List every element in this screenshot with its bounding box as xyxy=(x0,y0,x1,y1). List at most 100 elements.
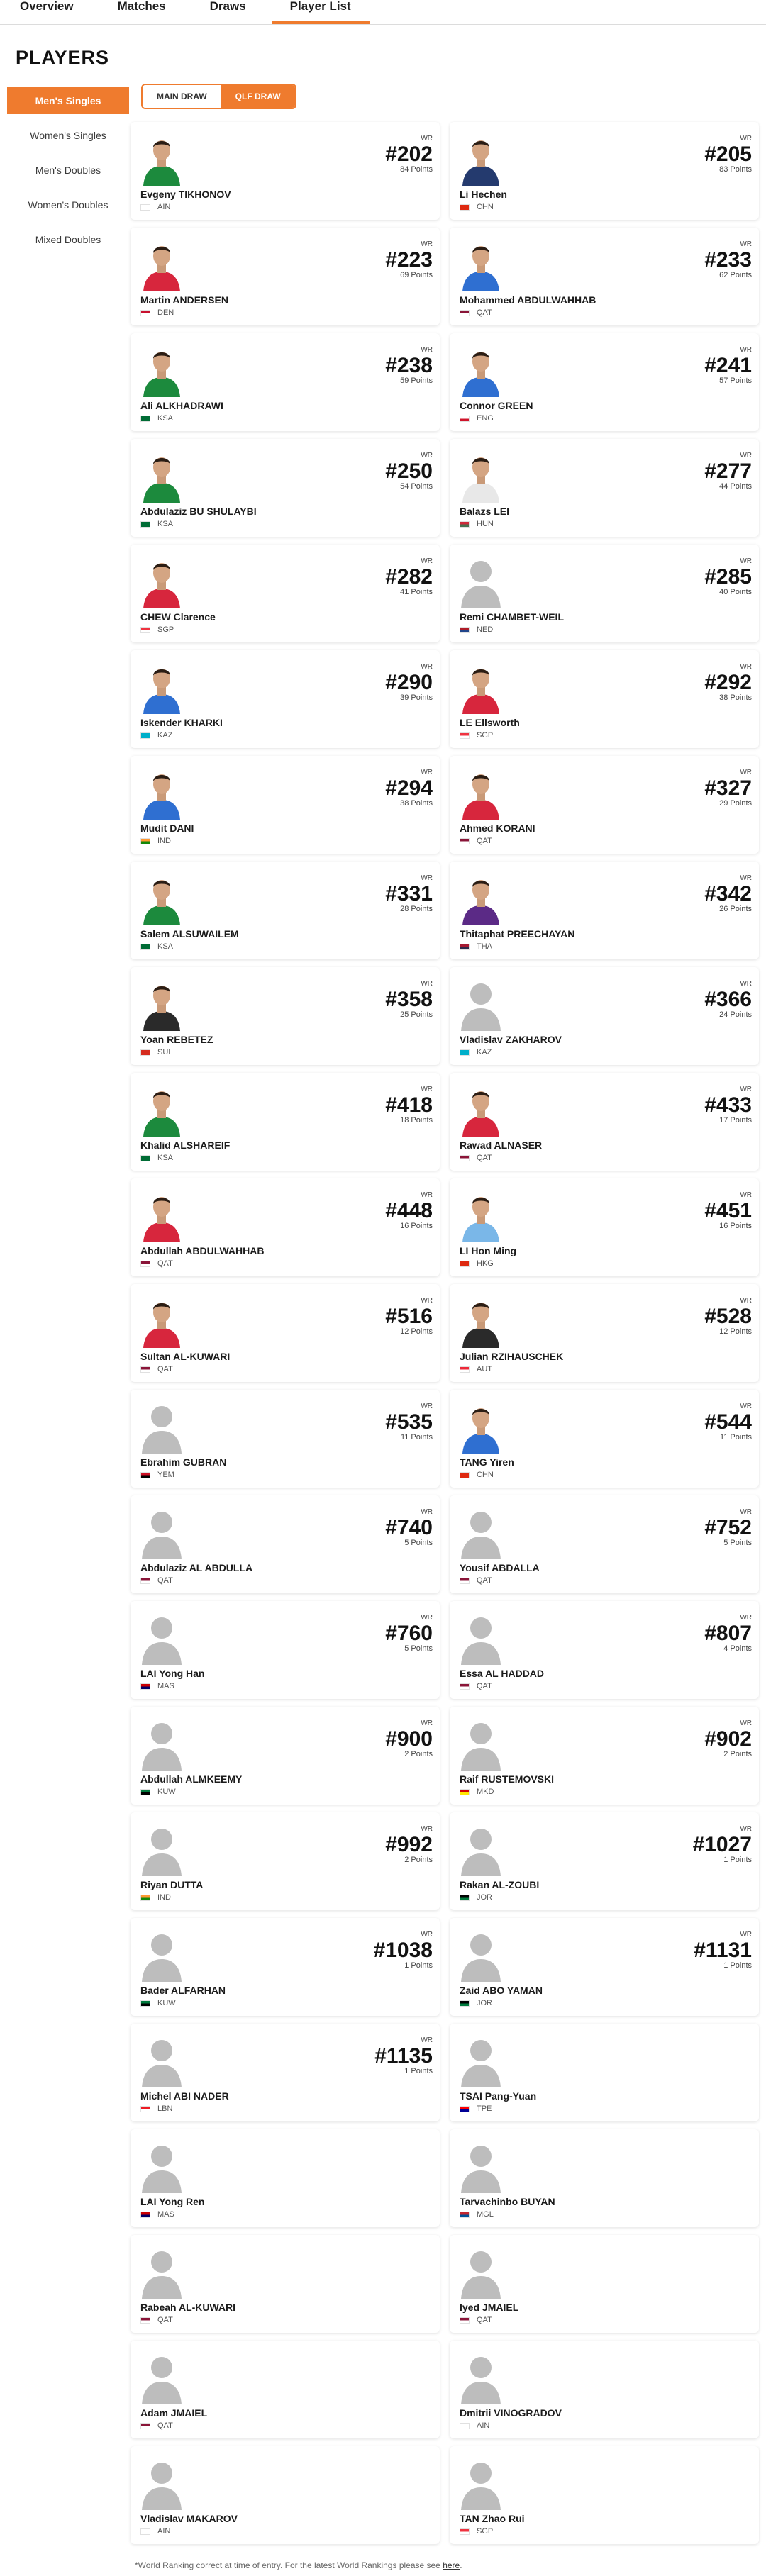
player-name[interactable]: Julian RZIHAUSCHEK xyxy=(460,1351,563,1362)
player-card[interactable]: Zaid ABO YAMAN JOR WR #1131 1 Points xyxy=(450,1918,759,2016)
tab-player-list[interactable]: Player List xyxy=(271,0,370,24)
player-name[interactable]: Abdulaziz BU SHULAYBI xyxy=(140,506,257,517)
player-name[interactable]: TSAI Pang-Yuan xyxy=(460,2090,536,2102)
player-card[interactable]: Balazs LEI HUN WR #277 44 Points xyxy=(450,439,759,537)
player-card[interactable]: CHEW Clarence SGP WR #282 41 Points xyxy=(131,545,440,642)
player-card[interactable]: Mohammed ABDULWAHHAB QAT WR #233 62 Points xyxy=(450,228,759,325)
player-card[interactable]: LAI Yong Ren MAS xyxy=(131,2129,440,2227)
sidebar-item-women-s-singles[interactable]: Women's Singles xyxy=(7,122,129,149)
player-name[interactable]: Khalid ALSHAREIF xyxy=(140,1139,230,1151)
player-card[interactable]: LAI Yong Han MAS WR #760 5 Points xyxy=(131,1601,440,1699)
player-name[interactable]: Yoan REBETEZ xyxy=(140,1034,213,1045)
player-name[interactable]: Thitaphat PREECHAYAN xyxy=(460,928,574,939)
player-name[interactable]: Rawad ALNASER xyxy=(460,1139,542,1151)
player-name[interactable]: Remi CHAMBET-WEIL xyxy=(460,611,564,623)
player-name[interactable]: Essa AL HADDAD xyxy=(460,1668,544,1679)
player-card[interactable]: Bader ALFARHAN KUW WR #1038 1 Points xyxy=(131,1918,440,2016)
player-card[interactable]: Evgeny TIKHONOV AIN WR #202 84 Points xyxy=(131,122,440,220)
player-name[interactable]: Iyed JMAIEL xyxy=(460,2302,518,2313)
player-name[interactable]: Riyan DUTTA xyxy=(140,1879,203,1890)
player-name[interactable]: Ahmed KORANI xyxy=(460,823,535,834)
player-card[interactable]: TAN Zhao Rui SGP xyxy=(450,2446,759,2544)
sidebar-item-men-s-singles[interactable]: Men's Singles xyxy=(7,87,129,114)
player-name[interactable]: Bader ALFARHAN xyxy=(140,1985,226,1996)
player-card[interactable]: Abdulaziz AL ABDULLA QAT WR #740 5 Points xyxy=(131,1495,440,1593)
player-card[interactable]: Tarvachinbo BUYAN MGL xyxy=(450,2129,759,2227)
player-name[interactable]: Mudit DANI xyxy=(140,823,194,834)
player-card[interactable]: Salem ALSUWAILEM KSA WR #331 28 Points xyxy=(131,862,440,959)
sidebar-item-mixed-doubles[interactable]: Mixed Doubles xyxy=(7,226,129,253)
player-name[interactable]: Evgeny TIKHONOV xyxy=(140,189,231,200)
tab-matches[interactable]: Matches xyxy=(118,0,166,24)
player-card[interactable]: LE Ellsworth SGP WR #292 38 Points xyxy=(450,650,759,748)
player-name[interactable]: Raif RUSTEMOVSKI xyxy=(460,1773,554,1785)
player-card[interactable]: Martin ANDERSEN DEN WR #223 69 Points xyxy=(131,228,440,325)
player-name[interactable]: Martin ANDERSEN xyxy=(140,294,228,306)
player-card[interactable]: Abdullah ALMKEEMY KUW WR #900 2 Points xyxy=(131,1707,440,1805)
player-name[interactable]: Tarvachinbo BUYAN xyxy=(460,2196,555,2207)
player-card[interactable]: Essa AL HADDAD QAT WR #807 4 Points xyxy=(450,1601,759,1699)
player-card[interactable]: Li Hechen CHN WR #205 83 Points xyxy=(450,122,759,220)
player-card[interactable]: Thitaphat PREECHAYAN THA WR #342 26 Points xyxy=(450,862,759,959)
tab-draws[interactable]: Draws xyxy=(210,0,246,24)
player-name[interactable]: Michel ABI NADER xyxy=(140,2090,229,2102)
player-card[interactable]: Khalid ALSHAREIF KSA WR #418 18 Points xyxy=(131,1073,440,1171)
player-card[interactable]: TSAI Pang-Yuan TPE xyxy=(450,2024,759,2121)
rankings-link[interactable]: here xyxy=(443,2560,460,2570)
player-card[interactable]: Connor GREEN ENG WR #241 57 Points xyxy=(450,333,759,431)
player-name[interactable]: LE Ellsworth xyxy=(460,717,520,728)
player-card[interactable]: Yoan REBETEZ SUI WR #358 25 Points xyxy=(131,967,440,1065)
player-name[interactable]: Sultan AL-KUWARI xyxy=(140,1351,230,1362)
player-name[interactable]: Zaid ABO YAMAN xyxy=(460,1985,543,1996)
player-name[interactable]: LI Hon Ming xyxy=(460,1245,516,1256)
player-card[interactable]: Ahmed KORANI QAT WR #327 29 Points xyxy=(450,756,759,854)
player-name[interactable]: Balazs LEI xyxy=(460,506,509,517)
player-name[interactable]: TANG Yiren xyxy=(460,1456,514,1468)
player-name[interactable]: Ali ALKHADRAWI xyxy=(140,400,223,411)
player-name[interactable]: Ebrahim GUBRAN xyxy=(140,1456,226,1468)
player-name[interactable]: Adam JMAIEL xyxy=(140,2407,207,2419)
player-name[interactable]: LAI Yong Ren xyxy=(140,2196,204,2207)
main-draw-button[interactable]: MAIN DRAW xyxy=(143,85,221,108)
player-card[interactable]: Adam JMAIEL QAT xyxy=(131,2341,440,2438)
player-card[interactable]: Michel ABI NADER LBN WR #1135 1 Points xyxy=(131,2024,440,2121)
player-name[interactable]: LAI Yong Han xyxy=(140,1668,204,1679)
player-name[interactable]: Salem ALSUWAILEM xyxy=(140,928,239,939)
player-card[interactable]: Iyed JMAIEL QAT xyxy=(450,2235,759,2333)
player-card[interactable]: Rakan AL-ZOUBI JOR WR #1027 1 Points xyxy=(450,1812,759,1910)
player-card[interactable]: Vladislav MAKAROV AIN xyxy=(131,2446,440,2544)
player-card[interactable]: Raif RUSTEMOVSKI MKD WR #902 2 Points xyxy=(450,1707,759,1805)
player-name[interactable]: Rabeah AL-KUWARI xyxy=(140,2302,235,2313)
sidebar-item-women-s-doubles[interactable]: Women's Doubles xyxy=(7,191,129,218)
player-card[interactable]: Iskender KHARKI KAZ WR #290 39 Points xyxy=(131,650,440,748)
player-name[interactable]: Abdullah ABDULWAHHAB xyxy=(140,1245,264,1256)
player-name[interactable]: Rakan AL-ZOUBI xyxy=(460,1879,539,1890)
player-card[interactable]: LI Hon Ming HKG WR #451 16 Points xyxy=(450,1178,759,1276)
sidebar-item-men-s-doubles[interactable]: Men's Doubles xyxy=(7,157,129,184)
player-card[interactable]: Ebrahim GUBRAN YEM WR #535 11 Points xyxy=(131,1390,440,1488)
player-name[interactable]: Iskender KHARKI xyxy=(140,717,223,728)
player-card[interactable]: Dmitrii VINOGRADOV AIN xyxy=(450,2341,759,2438)
player-name[interactable]: Yousif ABDALLA xyxy=(460,1562,540,1573)
player-card[interactable]: Vladislav ZAKHAROV KAZ WR #366 24 Points xyxy=(450,967,759,1065)
player-name[interactable]: CHEW Clarence xyxy=(140,611,216,623)
player-name[interactable]: Vladislav MAKAROV xyxy=(140,2513,238,2524)
tab-overview[interactable]: Overview xyxy=(20,0,74,24)
player-card[interactable]: TANG Yiren CHN WR #544 11 Points xyxy=(450,1390,759,1488)
player-card[interactable]: Ali ALKHADRAWI KSA WR #238 59 Points xyxy=(131,333,440,431)
player-card[interactable]: Abdullah ABDULWAHHAB QAT WR #448 16 Points xyxy=(131,1178,440,1276)
player-card[interactable]: Abdulaziz BU SHULAYBI KSA WR #250 54 Points xyxy=(131,439,440,537)
player-name[interactable]: Li Hechen xyxy=(460,189,507,200)
player-name[interactable]: TAN Zhao Rui xyxy=(460,2513,525,2524)
player-card[interactable]: Remi CHAMBET-WEIL NED WR #285 40 Points xyxy=(450,545,759,642)
player-card[interactable]: Riyan DUTTA IND WR #992 2 Points xyxy=(131,1812,440,1910)
player-name[interactable]: Mohammed ABDULWAHHAB xyxy=(460,294,596,306)
player-name[interactable]: Vladislav ZAKHAROV xyxy=(460,1034,562,1045)
player-card[interactable]: Rabeah AL-KUWARI QAT xyxy=(131,2235,440,2333)
player-name[interactable]: Dmitrii VINOGRADOV xyxy=(460,2407,562,2419)
qlf-draw-button[interactable]: QLF DRAW xyxy=(221,85,295,108)
player-card[interactable]: Sultan AL-KUWARI QAT WR #516 12 Points xyxy=(131,1284,440,1382)
player-name[interactable]: Abdullah ALMKEEMY xyxy=(140,1773,242,1785)
player-name[interactable]: Abdulaziz AL ABDULLA xyxy=(140,1562,252,1573)
player-card[interactable]: Julian RZIHAUSCHEK AUT WR #528 12 Points xyxy=(450,1284,759,1382)
